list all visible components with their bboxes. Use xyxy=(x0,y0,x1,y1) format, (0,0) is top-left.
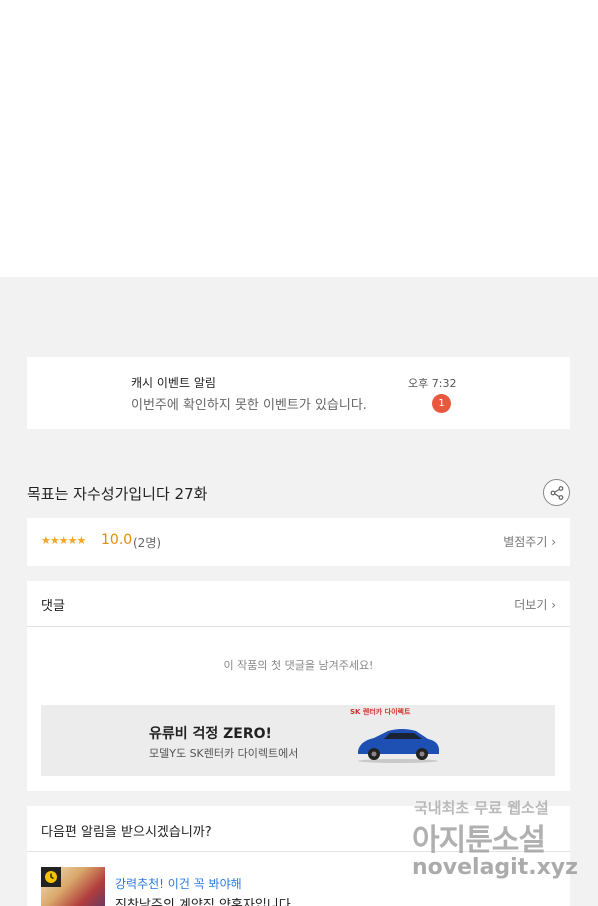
ad-banner[interactable]: 유류비 걱정 ZERO! 모델Y도 SK렌터카 다이렉트에서 SK 렌터카 다이… xyxy=(41,705,555,776)
star-rating-icon: ★★★★★ xyxy=(41,534,86,547)
recommend-label[interactable]: 강력추천! 이건 꼭 봐야해 xyxy=(115,875,242,892)
rate-button[interactable]: 별점주기 › xyxy=(503,533,556,550)
ad-subtitle: 모델Y도 SK렌터카 다이렉트에서 xyxy=(149,747,299,760)
ad-brand-logo: SK 렌터카 다이렉트 xyxy=(350,708,411,716)
comments-empty-text: 이 작품의 첫 댓글을 남겨주세요! xyxy=(223,659,374,672)
site-watermark: 국내최초 무료 웹소설 아지툰소설 novelagit.xyz xyxy=(410,797,580,892)
rating-count: (2명) xyxy=(133,536,162,550)
clock-icon xyxy=(41,867,61,887)
notification-title: 캐시 이벤트 알림 xyxy=(131,376,216,390)
notification-time: 오후 7:32 xyxy=(408,377,457,390)
share-button[interactable] xyxy=(543,479,570,506)
share-icon xyxy=(550,485,563,500)
watermark-logo: 아지툰소설 xyxy=(412,823,546,858)
rating-card: ★★★★★ 10.0 (2명) 별점주기 › xyxy=(27,518,570,566)
comments-card: 댓글 더보기 › 이 작품의 첫 댓글을 남겨주세요! 유류비 걱정 ZERO!… xyxy=(27,581,570,791)
comments-header: 댓글 더보기 › xyxy=(27,581,570,627)
next-alert-question: 다음편 알림을 받으시겠습니까? xyxy=(41,825,212,840)
ad-title: 유류비 걱정 ZERO! xyxy=(149,726,272,742)
watermark-url: novelagit.xyz xyxy=(412,855,578,880)
car-image xyxy=(358,729,439,763)
recommend-title[interactable]: 진찬남주의 계약직 약혼자입니다 xyxy=(115,894,291,906)
notification-message: 이번주에 확인하지 못한 이벤트가 있습니다. xyxy=(131,398,367,413)
comments-label: 댓글 xyxy=(41,599,65,614)
content-blank-area xyxy=(0,0,598,277)
notification-badge: 1 xyxy=(432,394,451,413)
recommend-thumbnail[interactable] xyxy=(41,867,105,906)
episode-title: 목표는 자수성가입니다 27화 xyxy=(27,485,208,503)
rating-score: 10.0 xyxy=(101,532,133,548)
comments-more-link[interactable]: 더보기 › xyxy=(514,596,556,613)
cash-event-notification[interactable]: 캐시 이벤트 알림 이번주에 확인하지 못한 이벤트가 있습니다. 오후 7:3… xyxy=(27,357,570,429)
